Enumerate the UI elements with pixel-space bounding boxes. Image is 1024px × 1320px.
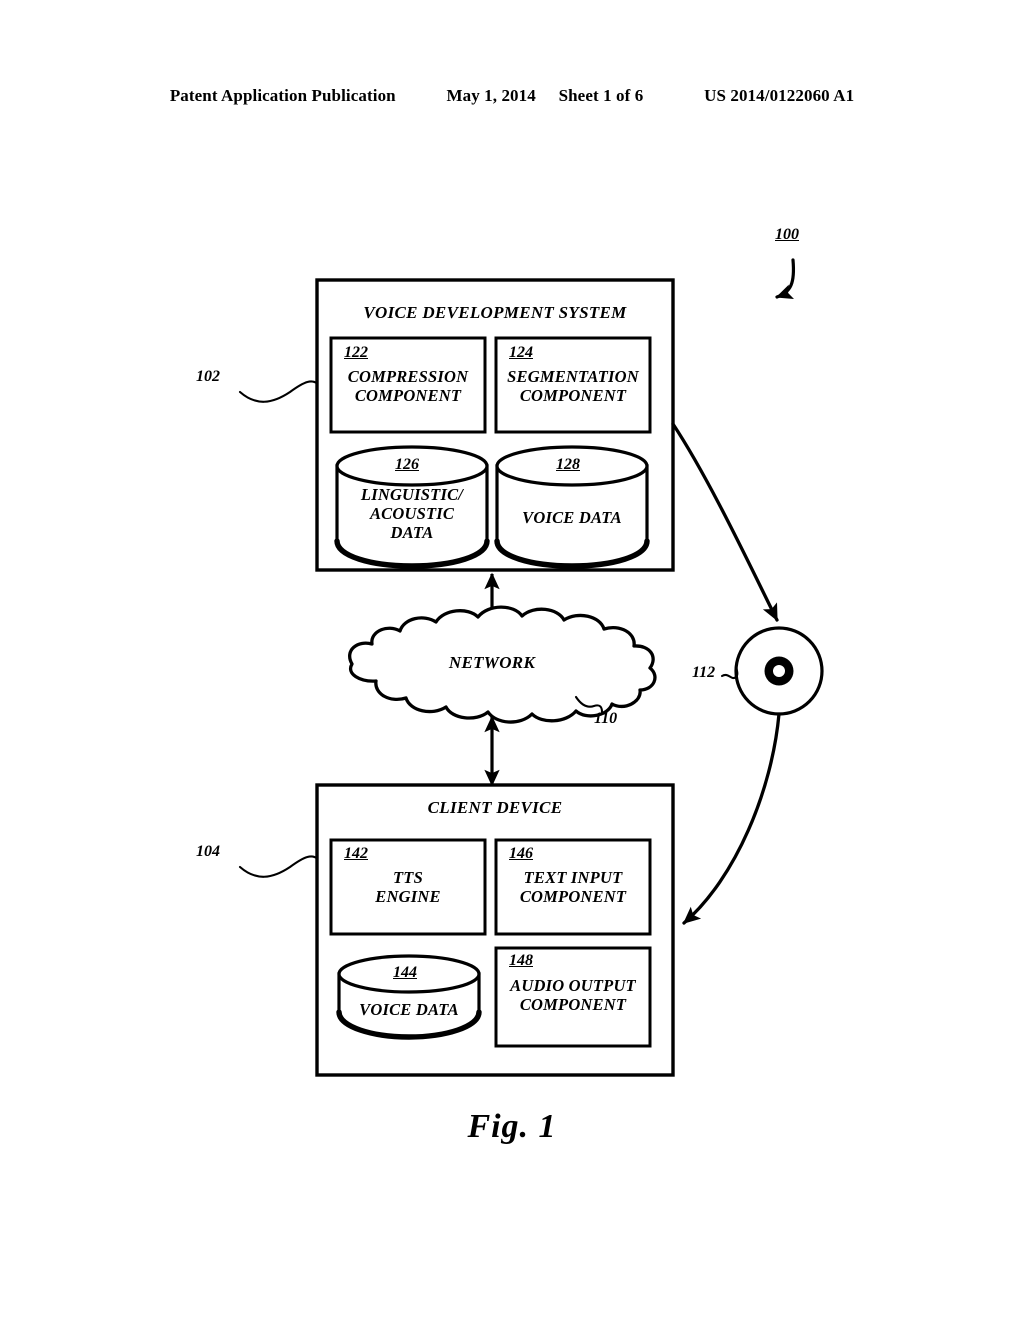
ref-number-124: 124 bbox=[509, 344, 533, 361]
arrow-disc-to-client bbox=[682, 712, 781, 925]
ref-number-104: 104 bbox=[196, 843, 220, 860]
voice-data-system-label: VOICE DATA bbox=[522, 508, 622, 527]
voice-data-client-label: VOICE DATA bbox=[359, 1000, 459, 1019]
ref-number-142: 142 bbox=[344, 845, 368, 862]
audio-output-component-label: AUDIO OUTPUT COMPONENT bbox=[510, 976, 636, 1015]
linguistic-acoustic-data-label: LINGUISTIC/ ACOUSTIC DATA bbox=[360, 485, 464, 543]
client-device-title: CLIENT DEVICE bbox=[427, 798, 563, 817]
system-ref-arrow bbox=[775, 258, 796, 300]
ref-number-102: 102 bbox=[196, 368, 220, 385]
ref-number-146: 146 bbox=[509, 845, 533, 862]
ref-number-126: 126 bbox=[395, 456, 419, 473]
network-label: NETWORK bbox=[448, 653, 536, 672]
segmentation-component-label: SEGMENTATION COMPONENT bbox=[507, 367, 639, 406]
ref-number-144: 144 bbox=[393, 964, 417, 981]
ref-number-128: 128 bbox=[556, 456, 580, 473]
compression-component-label: COMPRESSION COMPONENT bbox=[347, 367, 469, 406]
leader-line-102 bbox=[238, 380, 320, 403]
voice-development-system-title: VOICE DEVELOPMENT SYSTEM bbox=[363, 303, 627, 322]
tts-engine-label: TTS ENGINE bbox=[375, 868, 441, 907]
leader-line-104 bbox=[238, 855, 320, 878]
ref-number-122: 122 bbox=[344, 344, 368, 361]
text-input-component-label: TEXT INPUT COMPONENT bbox=[519, 868, 627, 907]
ref-number-100: 100 bbox=[775, 226, 799, 243]
ref-number-148: 148 bbox=[509, 952, 533, 969]
media-disc bbox=[734, 626, 824, 716]
arrow-system-to-disc bbox=[671, 422, 779, 622]
ref-number-110: 110 bbox=[594, 710, 618, 727]
figure-caption: Fig. 1 bbox=[467, 1108, 557, 1145]
ref-number-112: 112 bbox=[692, 664, 716, 681]
